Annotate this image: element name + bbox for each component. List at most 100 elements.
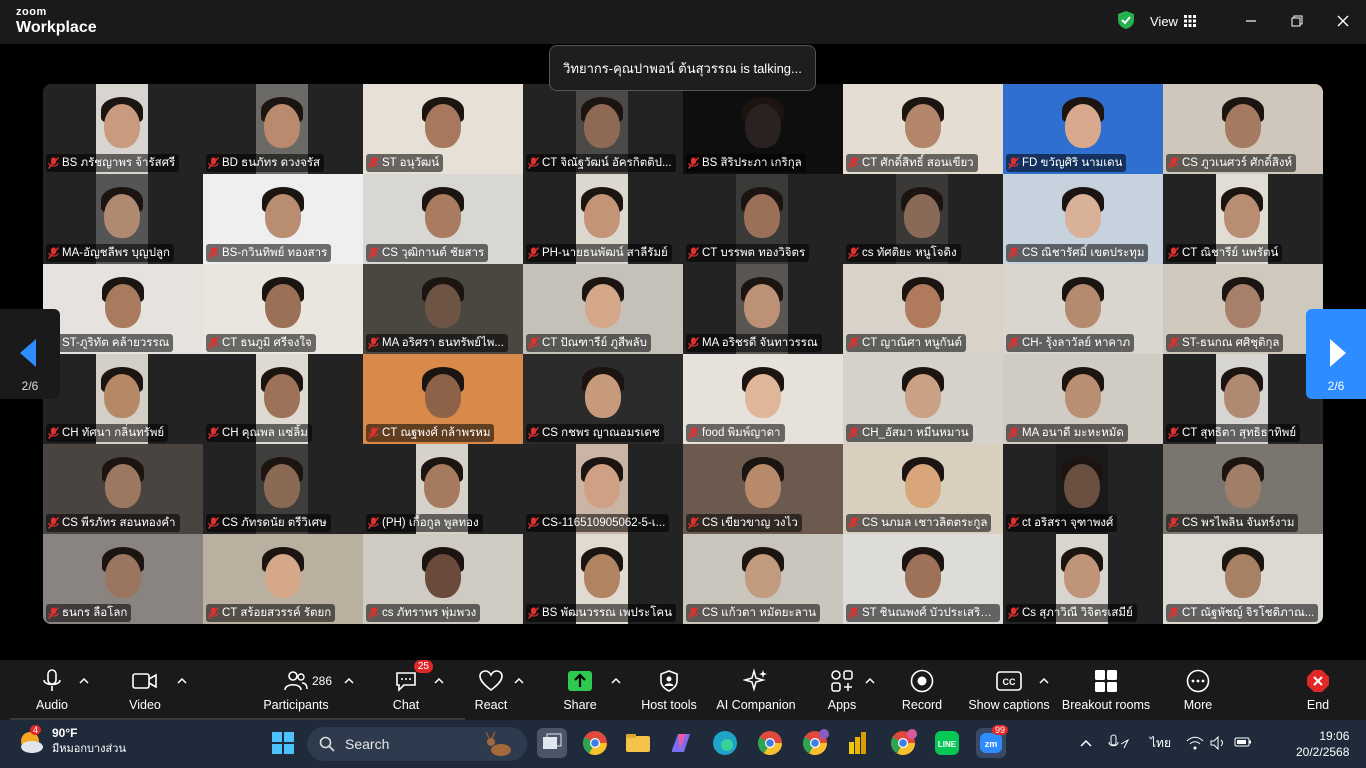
apps-button[interactable]: Apps: [826, 660, 858, 720]
minimize-button[interactable]: [1240, 10, 1262, 32]
participant-tile[interactable]: BS พัฒนวรรณ เพประโคน: [523, 534, 683, 624]
chrome-profile-m-taskbar-icon[interactable]: [800, 728, 830, 758]
participant-tile[interactable]: CS-116510905062-5-เ...: [523, 444, 683, 534]
system-clock[interactable]: 19:06 20/2/2568: [1296, 728, 1349, 760]
participant-tile[interactable]: cs ทัศติยะ หนูโจดิง: [843, 174, 1003, 264]
participant-tile[interactable]: CT สร้อยสวรรค์ รัตยก: [203, 534, 363, 624]
react-options-chevron-icon[interactable]: [512, 674, 526, 688]
participant-tile[interactable]: ST-ภูริทัต คล้ายวรรณ: [43, 264, 203, 354]
participant-tile[interactable]: ธนกร ลือโลก: [43, 534, 203, 624]
participant-tile[interactable]: BS สิริประภา เกริกุล: [683, 84, 843, 174]
breakout-rooms-button[interactable]: Breakout rooms: [1062, 660, 1150, 720]
input-language-indicator[interactable]: ไทย: [1150, 734, 1171, 753]
restore-button[interactable]: [1286, 10, 1308, 32]
microphone-tray-icon[interactable]: [1108, 734, 1130, 752]
edge-taskbar-icon[interactable]: [710, 728, 740, 758]
participant-tile[interactable]: MA-อัญชลีพร บุญปลูก: [43, 174, 203, 264]
share-button[interactable]: Share: [562, 660, 598, 720]
copilot-taskbar-icon[interactable]: [666, 728, 696, 758]
participants-options-chevron-icon[interactable]: [342, 674, 356, 688]
start-button[interactable]: [268, 728, 298, 758]
participant-tile[interactable]: ct อริสรา จุฑาพงศ์: [1003, 444, 1163, 534]
participant-tile[interactable]: ST ชินณพงศ์ บัวประเสริฐ...: [843, 534, 1003, 624]
more-button[interactable]: More: [1180, 660, 1216, 720]
participant-tile[interactable]: (PH) เกื้อกูล พูลทอง: [363, 444, 523, 534]
end-meeting-button[interactable]: End: [1300, 660, 1336, 720]
participant-tile[interactable]: CT ศักดิ์สิทธิ์ สอนเขียว: [843, 84, 1003, 174]
participant-tile[interactable]: CS ภัทรดนัย ตรีวิเศษ: [203, 444, 363, 534]
show-hidden-icons-chevron-icon[interactable]: [1080, 738, 1092, 748]
chat-button[interactable]: 25 Chat: [388, 660, 433, 720]
video-button[interactable]: Video: [123, 660, 167, 720]
participants-button[interactable]: Participants: [262, 660, 330, 720]
captions-options-chevron-icon[interactable]: [1037, 674, 1051, 688]
participant-tile[interactable]: cs ภัทราพร พุ่มพวง: [363, 534, 523, 624]
participant-tile[interactable]: CT จิณัฐวัฒน์ อัครกิตติป...: [523, 84, 683, 174]
chrome-profile-taskbar-icon[interactable]: [755, 728, 785, 758]
view-button[interactable]: View: [1150, 10, 1196, 32]
participant-tile[interactable]: CS แก้วตา หมัดยะลาน: [683, 534, 843, 624]
more-label: More: [1183, 698, 1213, 712]
participant-tile[interactable]: FD ขวัญศิริ นามเดน: [1003, 84, 1163, 174]
close-button[interactable]: [1332, 10, 1354, 32]
participant-tile[interactable]: CS วุฒิกานต์ ชัยสาร: [363, 174, 523, 264]
participant-tile[interactable]: CT ณัฐพัชญ์ จิรโชติภาณ...: [1163, 534, 1323, 624]
participant-tile[interactable]: ST อนุวัฒน์: [363, 84, 523, 174]
react-button[interactable]: React: [472, 660, 510, 720]
audio-options-chevron-icon[interactable]: [77, 674, 91, 688]
line-taskbar-icon[interactable]: LINE: [932, 728, 962, 758]
battery-icon[interactable]: [1234, 736, 1252, 748]
ai-companion-button[interactable]: AI Companion: [716, 660, 796, 720]
participant-tile[interactable]: CS นภมล เชาวลิตตระกูล: [843, 444, 1003, 534]
participant-tile[interactable]: MA อริศรา ธนทรัพย์ไพ...: [363, 264, 523, 354]
show-captions-button[interactable]: CC Show captions: [968, 660, 1050, 720]
chrome-taskbar-icon[interactable]: [580, 728, 610, 758]
participant-tile[interactable]: PH-นายธนพัฒน์ สาลีรัมย์: [523, 174, 683, 264]
participant-tile[interactable]: CS ณิชารัศมิ์ เขตประทุม: [1003, 174, 1163, 264]
participant-tile[interactable]: CT ณฐพงศ์ กล้าพรหม: [363, 354, 523, 444]
participant-tile[interactable]: CS กชพร ญาณอมรเดช: [523, 354, 683, 444]
weather-widget[interactable]: 4 90°F มีหมอกบางส่วน: [16, 724, 126, 756]
taskbar-search[interactable]: Search: [307, 727, 527, 761]
participant-tile[interactable]: MA อนาดี มะหะหมัด: [1003, 354, 1163, 444]
participant-name-tag: CS แก้วตา หมัดยะลาน: [686, 604, 821, 622]
participant-tile[interactable]: Cs สุภาวิณี วิจิตรเสมีย์: [1003, 534, 1163, 624]
participant-tile[interactable]: MA อริชรดี จันทาวรรณ: [683, 264, 843, 354]
participant-tile[interactable]: CS พรไพลิน จันทร์งาม: [1163, 444, 1323, 534]
encryption-shield-icon[interactable]: [1116, 10, 1136, 30]
participant-tile[interactable]: BS-กวินทิพย์ ทองสาร: [203, 174, 363, 264]
participant-tile[interactable]: CS พีรภัทร สอนทองคำ: [43, 444, 203, 534]
apps-options-chevron-icon[interactable]: [863, 674, 877, 688]
participant-tile[interactable]: CS ภูวเนศวร์ ศักดิ์สิงห์: [1163, 84, 1323, 174]
chat-options-chevron-icon[interactable]: [432, 674, 446, 688]
participant-tile[interactable]: CT ญาณิศา หนูกันต์: [843, 264, 1003, 354]
participant-tile[interactable]: CT ณิชารีย์ นพรัตน์: [1163, 174, 1323, 264]
participant-tile[interactable]: CT ปัณฑารีย์ ภูสีพลับ: [523, 264, 683, 354]
zoom-taskbar-icon[interactable]: zm 99: [976, 725, 1009, 758]
video-options-chevron-icon[interactable]: [175, 674, 189, 688]
previous-page-button[interactable]: 2/6: [0, 309, 60, 399]
host-tools-button[interactable]: Host tools: [640, 660, 698, 720]
speaker-icon[interactable]: [1210, 736, 1226, 750]
chrome-profile-2-taskbar-icon[interactable]: [888, 728, 918, 758]
task-view-button[interactable]: [537, 728, 567, 758]
participant-tile[interactable]: ST-ธนกณ ศศิชุติกุล: [1163, 264, 1323, 354]
audio-button[interactable]: Audio: [30, 660, 74, 720]
participant-tile[interactable]: CH คุณพล แซ่ลิ้ม: [203, 354, 363, 444]
participant-tile[interactable]: BD ธนภัทร ดวงจรัส: [203, 84, 363, 174]
participant-tile[interactable]: BS ภรัชญาพร จ้ารัสศรี: [43, 84, 203, 174]
participant-tile[interactable]: CT สุทธิตา สุทธิธาทิพย์: [1163, 354, 1323, 444]
next-page-button[interactable]: 2/6: [1306, 309, 1366, 399]
record-button[interactable]: Record: [900, 660, 944, 720]
file-explorer-taskbar-icon[interactable]: [623, 728, 653, 758]
share-options-chevron-icon[interactable]: [609, 674, 623, 688]
participant-tile[interactable]: CS เขียวขาญ วงไว: [683, 444, 843, 534]
participant-tile[interactable]: CH_อัสมา หมีนหมาน: [843, 354, 1003, 444]
power-bi-taskbar-icon[interactable]: [843, 728, 873, 758]
participant-tile[interactable]: CT ธนภูมิ ศรีจงใจ: [203, 264, 363, 354]
participant-tile[interactable]: food พิมพ์ญาดา: [683, 354, 843, 444]
participant-tile[interactable]: CT บรรพต ทองวิจิตร: [683, 174, 843, 264]
participant-tile[interactable]: CH- รุ้งลาวัลย์ หาคาภ: [1003, 264, 1163, 354]
wifi-icon[interactable]: [1186, 736, 1204, 750]
participant-tile[interactable]: CH ทัศนา กลิ่นทรัพย์: [43, 354, 203, 444]
